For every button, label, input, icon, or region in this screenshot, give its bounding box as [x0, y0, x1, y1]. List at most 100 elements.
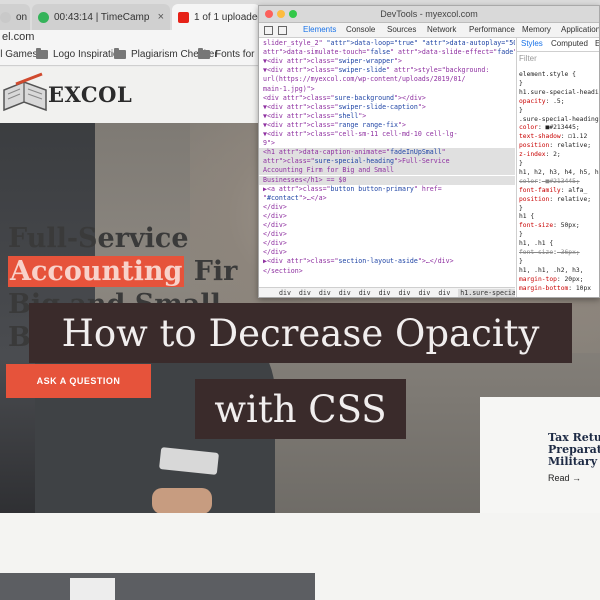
dom-node-line[interactable]: slider_style_2" "attr">data-loop="true" … — [259, 39, 515, 48]
dom-node-line[interactable]: attr">class="sure-special-heading">Full-… — [259, 157, 515, 167]
dom-node-line[interactable]: 9"> — [259, 139, 275, 148]
breadcrumb-item[interactable]: div — [438, 289, 450, 297]
style-rule-line[interactable]: position: relative; — [519, 142, 591, 151]
tab-application[interactable]: Application — [561, 25, 599, 34]
style-rule-line[interactable]: font-family: alfa_ — [519, 187, 587, 196]
tab-elements[interactable]: Elements — [303, 25, 336, 34]
style-rule-line[interactable]: color: ■#213445; — [519, 124, 580, 133]
dom-node-line[interactable]: ▼<div attr">class="swiper-slide" attr">s… — [259, 66, 489, 75]
browser-tab-timecamp[interactable]: 00:43:14 | TimeCamp × — [32, 4, 170, 30]
styles-panel[interactable]: Styles Computed E Filter element.style {… — [516, 38, 599, 297]
style-rule-line[interactable]: z-index: 2; — [519, 151, 561, 160]
folder-icon — [36, 48, 48, 59]
dom-node-line[interactable]: <h1 attr">data-caption-animate="fadeInUp… — [259, 148, 515, 158]
style-rule-line[interactable]: font-size: 36px; — [519, 249, 580, 258]
tab-performance[interactable]: Performance — [469, 25, 515, 34]
style-rule-line[interactable]: } — [519, 80, 523, 89]
dom-node-line[interactable]: </div> — [259, 239, 287, 248]
devtools-window: DevTools - myexcol.com Elements Console … — [258, 5, 600, 298]
style-rule-line[interactable]: margin-bottom: 10px — [519, 285, 591, 294]
breadcrumb-item[interactable]: div — [379, 289, 391, 297]
breadcrumb-item[interactable]: h1.sure-special-heading — [458, 289, 515, 297]
dom-node-line[interactable]: Businesses</h1> == $0 — [259, 175, 515, 185]
dom-node-line[interactable]: </div> — [259, 230, 287, 239]
device-toolbar-icon[interactable] — [278, 26, 287, 35]
dom-node-line[interactable]: attr">data-simulate-touch="false" attr">… — [259, 48, 515, 57]
breadcrumb-item[interactable]: div — [299, 289, 311, 297]
style-rule-line[interactable]: opacity: .5; — [519, 98, 565, 107]
style-rule-line[interactable]: element.style { — [519, 71, 576, 80]
tab-memory[interactable]: Memory — [522, 25, 551, 34]
dom-node-line[interactable]: </div> — [259, 203, 287, 212]
read-more-link[interactable]: Read → — [548, 473, 581, 483]
style-rule-line[interactable]: .sure-special-heading — [519, 116, 599, 125]
tab-network[interactable]: Network — [427, 25, 456, 34]
url-text[interactable]: el.com — [2, 31, 34, 43]
style-rule-line[interactable]: h1, h2, h3, h4, h5, h — [519, 169, 599, 178]
style-rule-line[interactable]: h1, .h1, .h2, h3, — [519, 267, 583, 276]
dom-node-line[interactable]: </section> — [259, 267, 303, 276]
dom-node-line[interactable]: ▼<div attr">class="cell-sm-11 cell-md-10… — [259, 130, 458, 139]
ledger-book-icon — [3, 72, 47, 112]
browser-tab-youtube[interactable]: 1 of 1 uploaded - YouTu — [172, 4, 260, 30]
dom-node-line[interactable]: ▼<div attr">class="range range-fix"> — [259, 121, 406, 130]
style-rule-line[interactable]: color: ■#213445; — [519, 178, 580, 187]
dom-node-line[interactable]: "#contact">…</a> — [259, 194, 327, 203]
site-logo[interactable]: EXCOL — [2, 72, 132, 116]
style-rule-line[interactable]: } — [519, 205, 523, 214]
bookmark-item[interactable]: Logo Inspiration — [36, 48, 124, 60]
tab-label: 00:43:14 | TimeCamp — [54, 11, 150, 23]
tab-computed[interactable]: Computed — [551, 39, 588, 49]
breadcrumb-item[interactable]: div — [339, 289, 351, 297]
dom-node-line[interactable]: ▼<div attr">class="shell"> — [259, 112, 366, 121]
dom-node-line[interactable]: url(https://myexcol.com/wp-content/uploa… — [259, 75, 465, 84]
tab-sources[interactable]: Sources — [387, 25, 416, 34]
style-rule-line[interactable]: font-size: 50px; — [519, 222, 580, 231]
style-rule-line[interactable]: } — [519, 258, 523, 267]
ask-question-button[interactable]: ASK A QUESTION — [6, 364, 151, 398]
style-rule-line[interactable]: text-shadow: ◻1.12 — [519, 133, 587, 142]
style-rule-line[interactable]: h1.sure-special-headin — [519, 89, 599, 98]
styles-tab-bar: Styles Computed E — [517, 38, 599, 52]
dom-node-line[interactable]: </div> — [259, 212, 287, 221]
style-rule-line[interactable]: h1 { — [519, 213, 534, 222]
hero-hand-image — [152, 488, 212, 513]
style-rule-line[interactable]: position: relative; — [519, 196, 591, 205]
tab-label: on m — [16, 11, 30, 23]
tab-event-listeners[interactable]: E — [595, 39, 599, 49]
close-icon[interactable]: × — [152, 11, 164, 23]
page-icon — [0, 11, 11, 23]
dom-node-line[interactable]: main-1.jpg)"> — [259, 85, 315, 94]
bookmark-item[interactable]: il Games — [0, 49, 37, 60]
breadcrumb-item[interactable]: div — [319, 289, 331, 297]
elements-panel[interactable]: slider_style_2" "attr">data-loop="true" … — [259, 38, 515, 287]
style-rule-line[interactable]: } — [519, 107, 523, 116]
dom-node-line[interactable]: </div> — [259, 248, 287, 257]
dom-node-line[interactable]: ▶<div attr">class="section-layout-aside"… — [259, 257, 454, 266]
dom-node-line[interactable]: <div attr">class="sure-background"></div… — [259, 94, 426, 103]
breadcrumb-item[interactable]: div — [359, 289, 371, 297]
hero-heading-line: Full-Service — [8, 223, 189, 254]
tab-console[interactable]: Console — [346, 25, 375, 34]
inspect-element-icon[interactable] — [264, 26, 273, 35]
dom-node-line[interactable]: ▼<div attr">class="swiper-slide-caption"… — [259, 103, 426, 112]
tax-return-card: Tax Retu Preparat Military Read → — [480, 397, 600, 513]
style-rule-line[interactable]: } — [519, 231, 523, 240]
overlay-title-line2: with CSS — [195, 379, 406, 439]
style-rule-line[interactable]: } — [519, 160, 523, 169]
style-rule-line[interactable]: margin-top: 20px; — [519, 276, 583, 285]
breadcrumb-item[interactable]: div — [279, 289, 291, 297]
breadcrumb-item[interactable]: div — [418, 289, 430, 297]
devtools-tab-bar: Elements Console Sources Network Perform… — [259, 23, 599, 38]
styles-filter-input[interactable]: Filter — [519, 54, 537, 64]
hero-heading-line: Accounting Fir — [8, 255, 237, 288]
tab-styles[interactable]: Styles — [521, 39, 543, 49]
dom-node-line[interactable]: ▶<a attr">class="button button-primary" … — [259, 185, 442, 194]
youtube-icon — [178, 11, 189, 23]
style-rule-line[interactable]: h1, .h1 { — [519, 240, 553, 249]
dom-node-line[interactable]: Accounting Firm for Big and Small — [259, 166, 515, 176]
breadcrumb-item[interactable]: div — [399, 289, 411, 297]
dom-node-line[interactable]: </div> — [259, 221, 287, 230]
browser-tab-1[interactable]: on m — [0, 4, 30, 30]
dom-node-line[interactable]: ▼<div attr">class="swiper-wrapper"> — [259, 57, 402, 66]
